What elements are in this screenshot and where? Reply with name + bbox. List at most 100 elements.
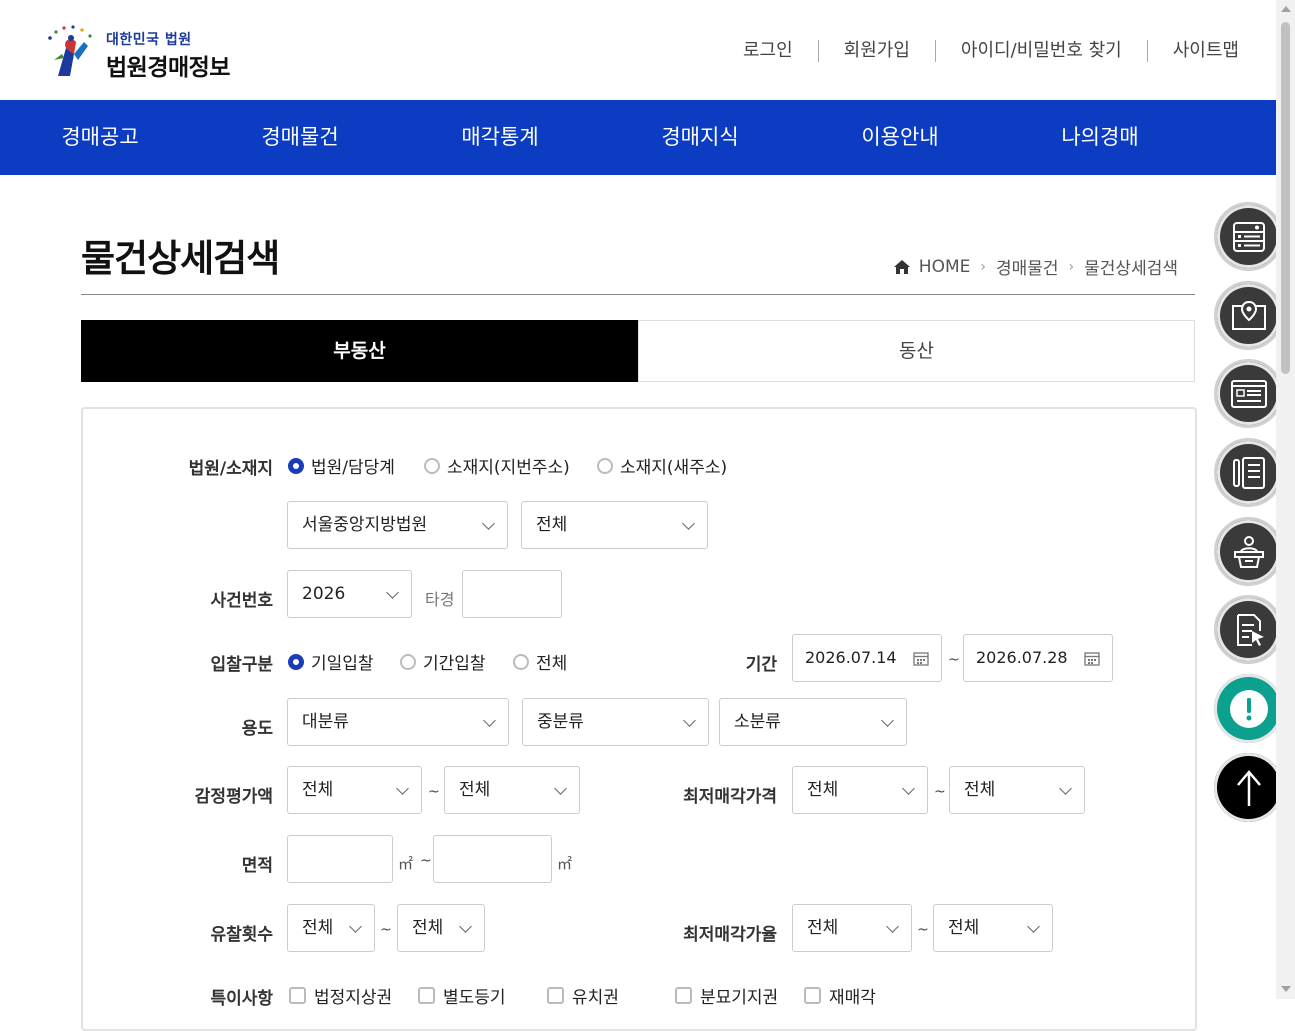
radio-court-dept[interactable]: 법원/담당계	[288, 453, 395, 478]
min-rate-label: 최저매각가율	[683, 925, 777, 945]
fail-count-from-select[interactable]: 전체	[287, 904, 375, 952]
scroll-top-button[interactable]	[1214, 753, 1283, 822]
nav-my-auction[interactable]: 나의경매	[1000, 100, 1200, 175]
range-tilde: ~	[948, 652, 960, 668]
check-statutory-superficies[interactable]: 법정지상권	[289, 983, 392, 1008]
court-label: 법원/소재지	[188, 459, 273, 479]
utility-nav: 로그인 회원가입 아이디/비밀번호 찾기 사이트맵	[718, 40, 1239, 62]
bid-type-label: 입찰구분	[210, 655, 273, 675]
nav-auction-knowledge[interactable]: 경매지식	[600, 100, 800, 175]
auction-judge-icon	[1233, 535, 1264, 568]
radio-location-road[interactable]: 소재지(새주소)	[597, 453, 727, 478]
quick-document-search-button[interactable]	[1214, 595, 1283, 664]
appraisal-from-select[interactable]: 전체	[287, 766, 422, 814]
tab-real-estate[interactable]: 부동산	[81, 320, 638, 382]
chevron-down-icon	[483, 714, 496, 727]
range-tilde: ~	[380, 922, 392, 938]
calendar-icon[interactable]	[1084, 651, 1100, 666]
period-label: 기간	[745, 655, 777, 675]
range-tilde: ~	[934, 784, 946, 800]
chevron-down-icon	[396, 782, 409, 795]
case-number-label: 사건번호	[210, 591, 273, 611]
check-resale[interactable]: 재매각	[804, 983, 876, 1008]
chevron-down-icon	[459, 920, 472, 933]
scrollbar-thumb[interactable]	[1281, 22, 1290, 374]
special-label: 특이사항	[210, 989, 273, 1009]
quick-server-list-button[interactable]	[1214, 202, 1283, 271]
check-lien[interactable]: 유치권	[547, 983, 619, 1008]
appraisal-to-select[interactable]: 전체	[444, 766, 580, 814]
signup-link[interactable]: 회원가입	[817, 40, 935, 62]
home-icon[interactable]	[893, 258, 911, 276]
case-year-select[interactable]: 2026	[287, 570, 412, 618]
radio-bid-date[interactable]: 기일입찰	[288, 649, 374, 674]
scroll-down-arrow-icon[interactable]	[1281, 986, 1291, 992]
find-account-link[interactable]: 아이디/비밀번호 찾기	[934, 40, 1147, 62]
min-price-label: 최저매각가격	[683, 787, 777, 807]
document-cursor-icon	[1236, 613, 1264, 646]
quick-map-button[interactable]	[1214, 281, 1283, 350]
nav-sale-statistics[interactable]: 매각통계	[400, 100, 600, 175]
site-logo[interactable]: 대한민국 법원 법원경매정보	[44, 24, 264, 84]
min-rate-from-select[interactable]: 전체	[792, 904, 912, 952]
fail-count-to-select[interactable]: 전체	[397, 904, 485, 952]
search-form: 법원/소재지 법원/담당계 소재지(지번주소) 소재지(새주소) 서울중앙지방법…	[81, 407, 1197, 1031]
check-grave-site[interactable]: 분묘기지권	[675, 983, 778, 1008]
period-from-input[interactable]: 2026.07.14	[792, 634, 942, 682]
period-to-input[interactable]: 2026.07.28	[963, 634, 1113, 682]
use-label: 용도	[241, 719, 273, 739]
breadcrumb-auction-items[interactable]: 경매물건	[996, 254, 1059, 279]
use-minor-select[interactable]: 소분류	[719, 698, 907, 746]
nav-auction-items[interactable]: 경매물건	[200, 100, 400, 175]
map-pin-icon	[1231, 300, 1266, 330]
breadcrumb: HOME › 경매물건 › 물건상세검색	[893, 254, 1178, 279]
area-to-input[interactable]	[433, 835, 552, 883]
area-unit: ㎡	[398, 855, 414, 873]
min-price-to-select[interactable]: 전체	[949, 766, 1085, 814]
chevron-down-icon	[683, 714, 696, 727]
radio-location-lot[interactable]: 소재지(지번주소)	[424, 453, 570, 478]
chevron-down-icon	[881, 714, 894, 727]
quick-alert-button[interactable]	[1214, 674, 1283, 743]
page-title: 물건상세검색	[81, 237, 280, 280]
tab-movable[interactable]: 동산	[638, 320, 1195, 382]
breadcrumb-home[interactable]: HOME	[919, 257, 971, 277]
area-unit: ㎡	[557, 855, 573, 873]
case-number-input[interactable]	[462, 570, 562, 618]
fail-count-label: 유찰횟수	[210, 925, 273, 945]
chevron-down-icon	[1027, 920, 1040, 933]
alert-icon	[1229, 689, 1268, 728]
logo-subtitle: 대한민국 법원	[106, 32, 192, 48]
chevron-down-icon	[886, 920, 899, 933]
court-emblem-icon	[48, 25, 92, 76]
dept-select[interactable]: 전체	[521, 501, 708, 549]
chevron-down-icon	[682, 517, 695, 530]
page-scrollbar[interactable]	[1276, 0, 1295, 999]
min-price-from-select[interactable]: 전체	[792, 766, 928, 814]
quick-auction-button[interactable]	[1214, 517, 1283, 586]
court-select[interactable]: 서울중앙지방법원	[287, 501, 508, 549]
radio-bid-period[interactable]: 기간입찰	[400, 649, 486, 674]
login-link[interactable]: 로그인	[718, 40, 818, 62]
use-middle-select[interactable]: 중분류	[522, 698, 709, 746]
area-from-input[interactable]	[287, 835, 393, 883]
calendar-icon[interactable]	[913, 651, 929, 666]
notice-board-icon	[1230, 379, 1267, 408]
quick-notice-button[interactable]	[1214, 359, 1283, 428]
scroll-up-arrow-icon[interactable]	[1281, 6, 1291, 12]
chevron-down-icon	[482, 517, 495, 530]
min-rate-to-select[interactable]: 전체	[933, 904, 1053, 952]
chevron-down-icon	[386, 586, 399, 599]
server-list-icon	[1232, 221, 1265, 252]
use-major-select[interactable]: 대분류	[287, 698, 509, 746]
site-header: 대한민국 법원 법원경매정보 로그인 회원가입 아이디/비밀번호 찾기 사이트맵	[0, 0, 1276, 100]
sitemap-link[interactable]: 사이트맵	[1146, 40, 1239, 62]
quick-document-list-button[interactable]	[1214, 438, 1283, 507]
nav-usage-guide[interactable]: 이용안내	[800, 100, 1000, 175]
check-separate-registry[interactable]: 별도등기	[418, 983, 506, 1008]
radio-bid-all[interactable]: 전체	[513, 649, 567, 674]
property-type-tabs: 부동산 동산	[81, 320, 1195, 382]
nav-auction-notice[interactable]: 경매공고	[0, 100, 200, 175]
chevron-down-icon	[902, 782, 915, 795]
breadcrumb-current: 물건상세검색	[1084, 259, 1178, 279]
